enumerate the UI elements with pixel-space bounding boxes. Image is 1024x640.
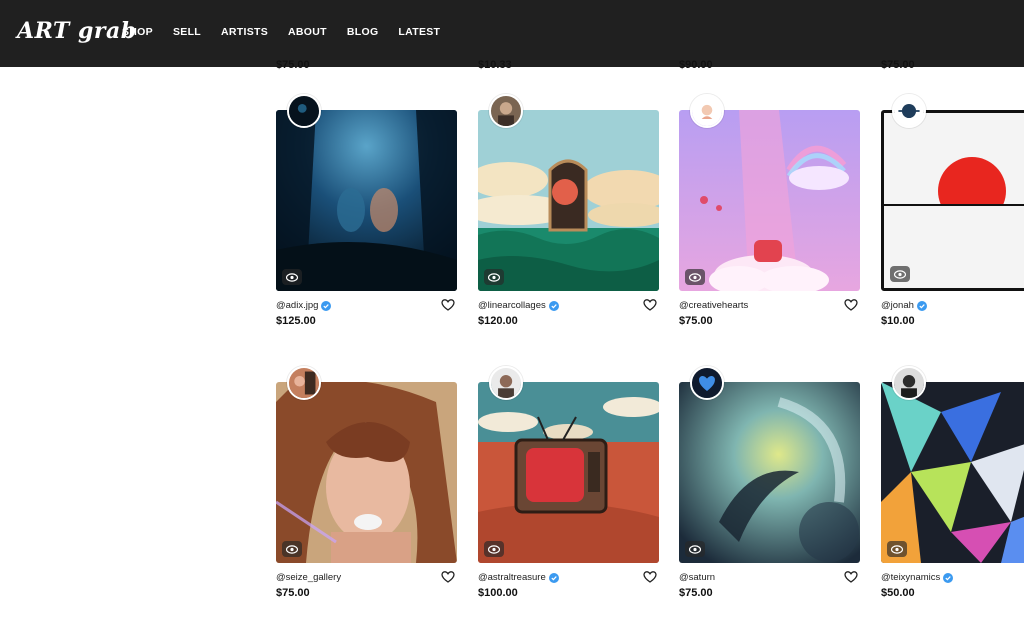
card-meta: @adix.jpg $125.00 [276,298,457,340]
card-meta: @saturn $75.00 [679,570,860,612]
heart-icon[interactable] [643,570,657,584]
nav-about[interactable]: ABOUT [288,26,327,38]
dark-forest-art[interactable] [276,110,457,291]
nav-shop[interactable]: SHOP [122,26,153,38]
nav-artists[interactable]: ARTISTS [221,26,268,38]
card-price: $75.00 [276,587,310,599]
avatar[interactable] [489,94,523,128]
eye-icon[interactable] [484,541,504,557]
teal-abstract-art[interactable] [679,382,860,563]
verified-icon [321,300,332,311]
nav-latest[interactable]: LATEST [398,26,440,38]
woman-portrait-art[interactable] [276,382,457,563]
avatar[interactable] [690,366,724,400]
avatar[interactable] [690,94,724,128]
heart-icon[interactable] [643,298,657,312]
eye-icon[interactable] [685,269,705,285]
heart-icon[interactable] [441,570,455,584]
card-price: $75.00 [679,587,713,599]
avatar[interactable] [287,94,321,128]
red-sun-art[interactable] [881,110,1024,291]
card-meta: @seize_gallery $75.00 [276,570,457,612]
eye-icon[interactable] [890,266,910,282]
retro-tv-desert-art[interactable] [478,382,659,563]
glass-shards-art[interactable] [881,382,1024,563]
avatar[interactable] [287,366,321,400]
eye-icon[interactable] [282,541,302,557]
artist-handle-text[interactable]: @creativehearts [679,300,748,311]
avatar[interactable] [892,366,926,400]
artwork-grid: $75.00 $10.33 $90.00 $75.00 [0,0,1024,640]
avatar[interactable] [892,94,926,128]
card-price: $100.00 [478,587,518,599]
artist-handle[interactable]: @astraltreasure [478,572,559,583]
card-price: $125.00 [276,315,316,327]
eye-icon[interactable] [484,269,504,285]
site-logo[interactable]: ART grab [17,18,137,44]
nav-blog[interactable]: BLOG [347,26,379,38]
artist-handle-text[interactable]: @adix.jpg [276,300,318,311]
card-meta: @astraltreasure $100.00 [478,570,659,612]
card-price: $75.00 [679,315,713,327]
artist-handle[interactable]: @linearcollages [478,300,559,311]
artist-handle[interactable]: @jonah [881,300,927,311]
artist-handle[interactable]: @seize_gallery [276,572,341,583]
artist-handle[interactable]: @adix.jpg [276,300,332,311]
card-meta: @linearcollages $120.00 [478,298,659,340]
card-price: $10.00 [881,315,915,327]
card-meta: @creativehearts $75.00 [679,298,860,340]
artist-handle-text[interactable]: @saturn [679,572,715,583]
sea-portal-art[interactable] [478,110,659,291]
pink-clouds-art[interactable] [679,110,860,291]
site-header: ART grab SHOP SELL ARTISTS ABOUT BLOG LA… [0,0,1024,67]
card-price: $120.00 [478,315,518,327]
artist-handle-text[interactable]: @seize_gallery [276,572,341,583]
heart-icon[interactable] [844,298,858,312]
artist-handle[interactable]: @creativehearts [679,300,748,311]
artist-handle-text[interactable]: @linearcollages [478,300,546,311]
verified-icon [916,300,927,311]
eye-icon[interactable] [282,269,302,285]
heart-icon[interactable] [844,570,858,584]
artist-handle-text[interactable]: @teixynamics [881,572,940,583]
artist-handle-text[interactable]: @astraltreasure [478,572,546,583]
eye-icon[interactable] [887,541,907,557]
eye-icon[interactable] [685,541,705,557]
verified-icon [943,572,954,583]
card-meta: @teixynamics $50.00 [881,572,1024,612]
verified-icon [548,300,559,311]
avatar[interactable] [489,366,523,400]
verified-icon [548,572,559,583]
artist-handle-text[interactable]: @jonah [881,300,914,311]
artist-handle[interactable]: @saturn [679,572,715,583]
nav-sell[interactable]: SELL [173,26,201,38]
card-price: $50.00 [881,587,915,599]
main-nav: SHOP SELL ARTISTS ABOUT BLOG LATEST [122,26,460,38]
artist-handle[interactable]: @teixynamics [881,572,954,583]
card-meta: @jonah $10.00 [881,300,1024,340]
heart-icon[interactable] [441,298,455,312]
